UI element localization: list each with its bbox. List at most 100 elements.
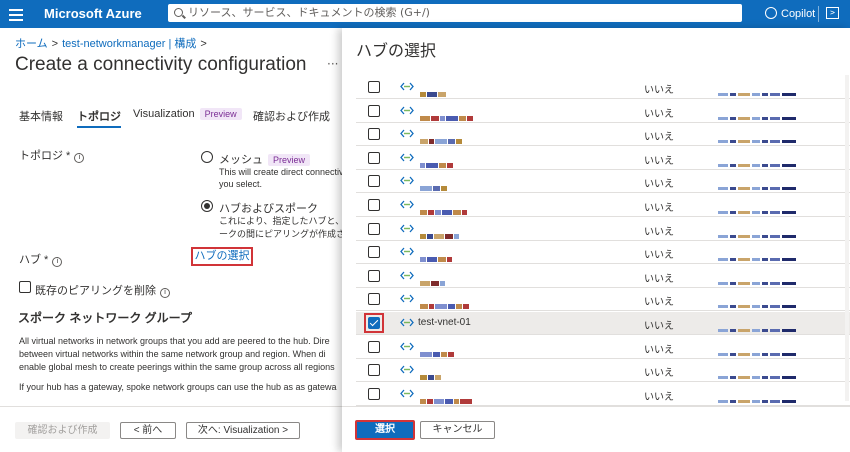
table-row[interactable]: いいえ xyxy=(356,336,850,359)
redacted-details xyxy=(718,84,798,96)
previous-button[interactable]: < 前へ xyxy=(120,422,176,439)
row-checkbox[interactable] xyxy=(368,222,380,235)
breadcrumb-home[interactable]: ホーム xyxy=(15,38,48,50)
redacted-details xyxy=(718,367,798,380)
mesh-label-text: メッシュ xyxy=(219,154,263,166)
select-hub-link[interactable]: ハブの選択 xyxy=(191,247,253,266)
redacted-vnet-name xyxy=(420,226,460,239)
hub-label-text: ハブ * xyxy=(19,254,49,266)
table-row[interactable]: いいえ xyxy=(356,288,850,312)
row-checkbox[interactable] xyxy=(368,246,380,259)
select-button[interactable]: 選択 xyxy=(355,420,415,440)
table-row[interactable]: いいえ xyxy=(356,241,850,265)
global-search-input[interactable]: リソース、サービス、ドキュメントの検索 (G+/) xyxy=(168,4,742,22)
row-checkbox[interactable] xyxy=(368,175,380,188)
brand-title[interactable]: Microsoft Azure xyxy=(44,6,142,21)
table-row[interactable]: test-vnet-01 いいえ xyxy=(356,312,850,335)
table-row[interactable]: いいえ xyxy=(356,76,850,99)
redacted-vnet-name xyxy=(420,344,455,357)
row-checkbox[interactable] xyxy=(368,364,380,377)
review-create-button[interactable]: 確認および作成 xyxy=(15,422,110,439)
row-checkbox[interactable] xyxy=(368,128,380,141)
vnet-icon xyxy=(400,224,414,233)
row-checkbox[interactable] xyxy=(368,269,380,282)
table-row[interactable]: いいえ xyxy=(356,194,850,217)
panel-footer-divider xyxy=(342,406,850,407)
redacted-vnet-name xyxy=(420,155,454,168)
redacted-details xyxy=(718,296,798,309)
tab-topology[interactable]: トポロジ xyxy=(77,108,121,128)
mesh-radio[interactable] xyxy=(201,151,213,163)
more-options-icon[interactable]: ··· xyxy=(327,57,338,71)
row-checkbox[interactable] xyxy=(368,317,380,329)
peering-status: いいえ xyxy=(644,132,674,144)
tab-visualization-label: Visualization xyxy=(133,108,195,120)
table-row[interactable]: いいえ xyxy=(356,218,850,241)
spoke-description-3: enable global mesh to create peerings wi… xyxy=(19,362,335,372)
vnet-icon xyxy=(400,106,414,115)
table-row[interactable]: いいえ xyxy=(356,123,850,147)
breadcrumb-networkmanager[interactable]: test-networkmanager | 構成 xyxy=(62,38,196,50)
peering-status: いいえ xyxy=(644,273,674,285)
peering-status: いいえ xyxy=(644,108,674,120)
redacted-details xyxy=(718,108,798,120)
spoke-description-4: If your hub has a gateway, spoke network… xyxy=(19,382,337,392)
menu-icon[interactable] xyxy=(9,7,23,21)
peering-status: いいえ xyxy=(644,344,674,356)
vnet-icon xyxy=(400,294,414,303)
search-icon xyxy=(174,8,183,17)
vnet-icon xyxy=(400,176,414,185)
tab-visualization[interactable]: Visualization Preview xyxy=(133,108,242,120)
delete-peering-text: 既存のピアリングを削除 xyxy=(35,285,156,297)
vnet-icon xyxy=(400,129,414,138)
redacted-vnet-name xyxy=(420,178,448,192)
peering-status: いいえ xyxy=(644,321,674,332)
vnet-icon xyxy=(400,318,414,327)
peering-status: いいえ xyxy=(644,179,674,191)
next-button[interactable]: 次へ: Visualization > xyxy=(186,422,300,439)
row-checkbox[interactable] xyxy=(368,199,380,211)
info-icon[interactable]: i xyxy=(52,257,63,267)
redacted-vnet-name xyxy=(420,273,446,286)
row-checkbox[interactable] xyxy=(368,81,380,93)
row-checkbox[interactable] xyxy=(368,293,380,306)
info-icon[interactable]: i xyxy=(74,153,85,163)
row-checkbox[interactable] xyxy=(368,151,380,164)
mesh-preview-badge: Preview xyxy=(268,154,311,166)
redacted-details xyxy=(718,273,798,285)
peering-status: いいえ xyxy=(644,250,674,262)
redacted-details xyxy=(718,202,798,214)
scrollbar[interactable] xyxy=(845,75,849,401)
hub-spoke-radio[interactable] xyxy=(201,200,213,212)
spoke-section-title: スポーク ネットワーク グループ xyxy=(18,311,192,325)
topology-label: トポロジ * i xyxy=(19,147,85,163)
table-row[interactable]: いいえ xyxy=(356,100,850,123)
copilot-button[interactable]: Copilot xyxy=(765,7,815,20)
table-row[interactable]: いいえ xyxy=(356,170,850,194)
vnet-icon xyxy=(400,82,414,91)
row-checkbox[interactable] xyxy=(368,340,380,353)
info-icon[interactable]: i xyxy=(160,288,170,298)
spoke-description-1: All virtual networks in network groups t… xyxy=(19,336,330,346)
table-row[interactable]: いいえ xyxy=(356,147,850,170)
vnet-icon xyxy=(400,153,414,162)
hub-label: ハブ * i xyxy=(19,251,63,267)
redacted-details xyxy=(718,344,798,356)
row-checkbox[interactable] xyxy=(368,387,380,400)
table-row[interactable]: いいえ xyxy=(356,265,850,288)
table-row[interactable]: いいえ xyxy=(356,359,850,383)
vnet-name: test-vnet-01 xyxy=(418,317,471,328)
spoke-description-2: between virtual networks within the same… xyxy=(19,349,326,359)
cancel-button[interactable]: キャンセル xyxy=(420,421,495,439)
table-row[interactable]: いいえ xyxy=(356,383,850,406)
redacted-details xyxy=(718,249,798,262)
mesh-description-2: you select. xyxy=(219,179,263,189)
row-checkbox[interactable] xyxy=(368,104,380,117)
cloud-shell-icon[interactable]: > xyxy=(826,7,839,19)
copilot-label: Copilot xyxy=(781,8,816,20)
redacted-vnet-name xyxy=(420,296,470,310)
redacted-vnet-name xyxy=(420,391,473,404)
tab-basics[interactable]: 基本情報 xyxy=(19,108,63,124)
tab-review-create[interactable]: 確認および作成 xyxy=(253,108,330,124)
delete-peering-checkbox[interactable] xyxy=(19,281,31,293)
